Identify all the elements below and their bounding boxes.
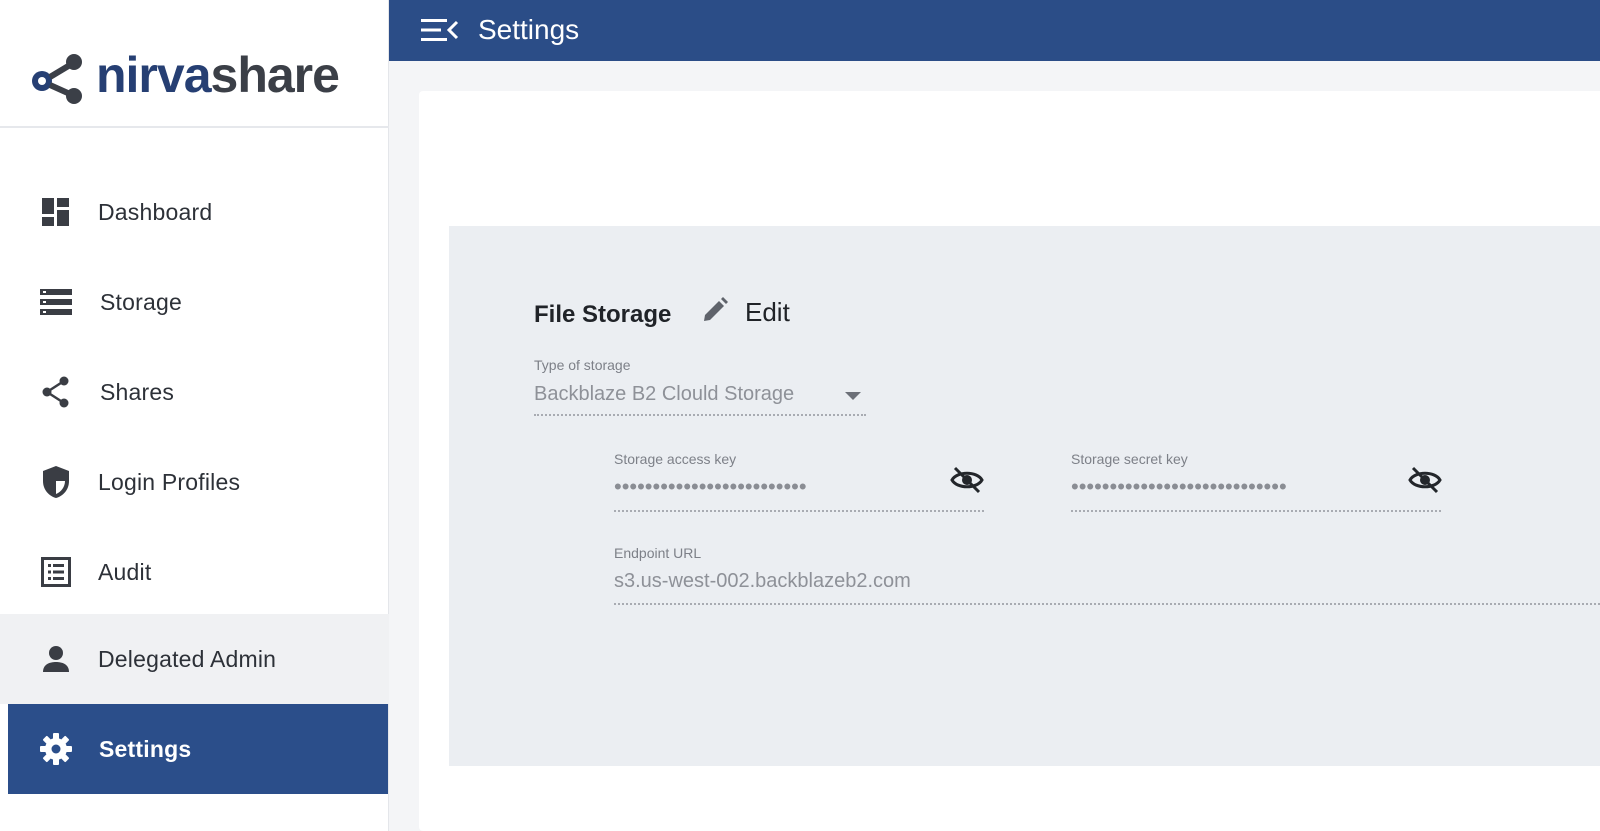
list-icon [38, 554, 74, 590]
secret-key-underline [1071, 510, 1441, 512]
sidebar-item-audit[interactable]: Audit [0, 527, 389, 617]
sidebar-item-label: Shares [100, 378, 175, 405]
sidebar-item-login-profiles[interactable]: Login Profiles [0, 437, 389, 527]
page-title: Settings [478, 14, 580, 45]
secret-key-label: Storage secret key [1071, 451, 1188, 467]
endpoint-url-value: s3.us-west-002.backblazeb2.com [614, 570, 911, 592]
logo: nirvashare [0, 0, 389, 128]
sidebar-item-delegated-admin[interactable]: Delegated Admin [0, 614, 389, 704]
access-key-underline [614, 510, 984, 512]
chevron-down-icon [845, 392, 861, 400]
edit-label: Edit [745, 297, 790, 327]
gear-icon [38, 731, 74, 767]
edit-button[interactable]: Edit [701, 296, 790, 329]
access-key-value: ••••••••••••••••••••••••• [614, 474, 807, 499]
sidebar-item-label: Storage [100, 288, 182, 315]
sidebar-item-label: Delegated Admin [98, 645, 277, 672]
endpoint-url-underline [614, 603, 1600, 605]
storage-type-underline [534, 414, 866, 416]
storage-icon [38, 284, 74, 320]
sidebar-item-dashboard[interactable]: Dashboard [0, 167, 389, 257]
menu-collapse-icon[interactable] [421, 16, 459, 49]
share-icon [38, 374, 74, 410]
sidebar: nirvashare Dashboard Storage Shares Logi… [0, 0, 389, 831]
brand-name: nirvashare [96, 47, 340, 103]
sidebar-item-settings[interactable]: Settings [8, 704, 388, 794]
sidebar-item-label: Dashboard [98, 198, 213, 225]
person-icon [38, 641, 74, 677]
sidebar-item-label: Settings [99, 735, 192, 762]
dashboard-icon [38, 194, 74, 230]
share-logo-icon [32, 54, 82, 104]
access-key-label: Storage access key [614, 451, 737, 467]
secret-key-value: •••••••••••••••••••••••••••• [1071, 474, 1287, 499]
shield-icon [38, 464, 74, 500]
file-storage-title: File Storage [534, 301, 672, 328]
top-bar: Settings [389, 0, 1600, 61]
sidebar-item-label: Audit [98, 558, 152, 585]
pencil-icon [701, 296, 729, 329]
sidebar-item-label: Login Profiles [98, 468, 241, 495]
sidebar-item-storage[interactable]: Storage [0, 257, 389, 347]
visibility-off-icon[interactable] [1408, 466, 1442, 499]
visibility-off-icon[interactable] [950, 466, 984, 499]
sidebar-item-shares[interactable]: Shares [0, 347, 389, 437]
type-of-storage-label: Type of storage [534, 357, 631, 373]
storage-type-value: Backblaze B2 Clould Storage [534, 383, 795, 405]
endpoint-url-label: Endpoint URL [614, 545, 702, 561]
